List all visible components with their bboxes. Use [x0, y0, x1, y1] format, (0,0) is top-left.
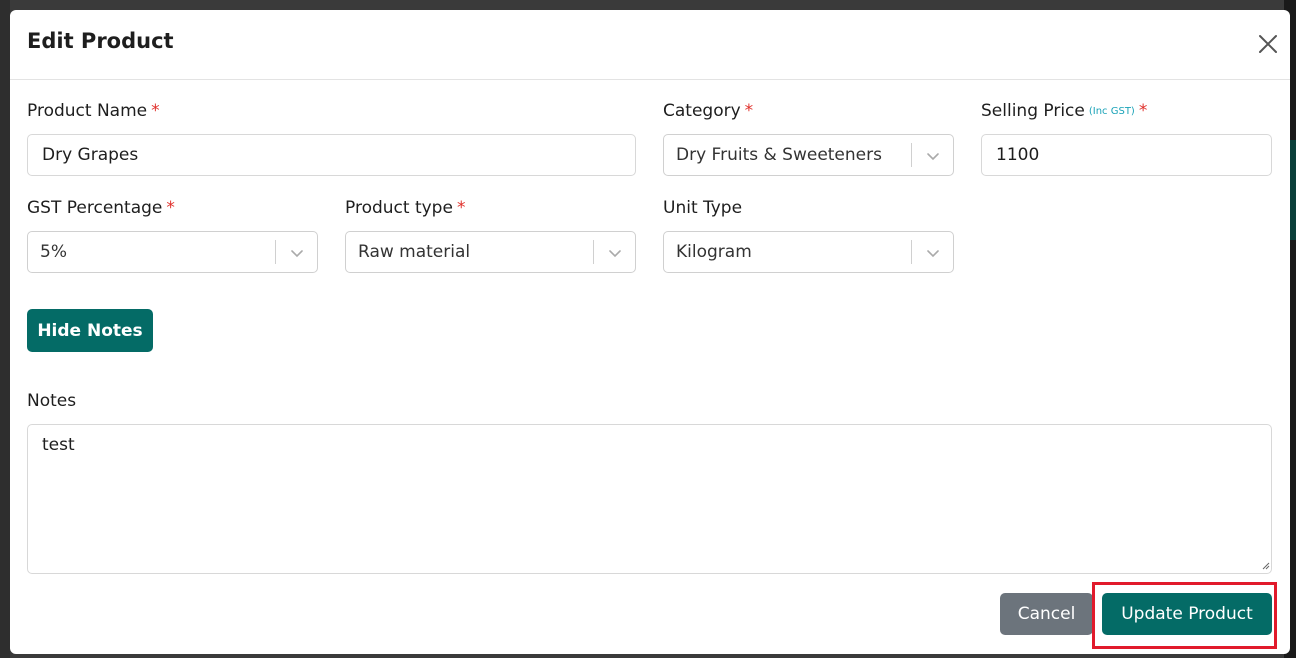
selling-price-input[interactable]: [981, 134, 1272, 176]
resize-grip-icon[interactable]: [1262, 562, 1270, 570]
select-divider: [911, 143, 912, 167]
gst-percentage-select[interactable]: 5%: [27, 231, 318, 273]
gst-percentage-label: GST Percentage *: [27, 198, 175, 218]
required-marker: *: [1138, 101, 1148, 121]
required-marker: *: [744, 101, 754, 121]
close-icon: [1259, 35, 1277, 53]
required-marker: *: [456, 198, 466, 218]
unit-type-select[interactable]: Kilogram: [663, 231, 954, 273]
unit-type-value: Kilogram: [676, 242, 752, 262]
notes-label: Notes: [27, 391, 77, 411]
hide-notes-button[interactable]: Hide Notes: [27, 309, 153, 352]
product-type-label: Product type *: [345, 198, 466, 218]
chevron-down-icon: [927, 250, 939, 258]
required-marker: *: [166, 198, 175, 218]
update-product-button[interactable]: Update Product: [1102, 593, 1272, 635]
modal-title: Edit Product: [27, 29, 174, 53]
chevron-down-icon: [291, 250, 303, 258]
select-divider: [911, 240, 912, 264]
category-select[interactable]: Dry Fruits & Sweeteners: [663, 134, 954, 176]
inc-gst-hint: (Inc GST): [1088, 106, 1135, 117]
select-divider: [275, 240, 276, 264]
select-divider: [593, 240, 594, 264]
gst-percentage-value: 5%: [40, 242, 67, 262]
backdrop-overlay-left: [0, 0, 10, 658]
category-label: Category *: [663, 101, 754, 121]
required-marker: *: [151, 101, 160, 121]
product-name-label: Product Name *: [27, 101, 160, 121]
product-name-input[interactable]: [27, 134, 636, 176]
chevron-down-icon: [609, 250, 621, 258]
product-type-value: Raw material: [358, 242, 471, 262]
cancel-button[interactable]: Cancel: [1000, 593, 1093, 635]
product-type-select[interactable]: Raw material: [345, 231, 636, 273]
modal-header: Edit Product: [10, 10, 1290, 80]
notes-textarea[interactable]: test: [27, 424, 1272, 574]
edit-product-modal: Edit Product Product Name* Category* Dry…: [10, 10, 1290, 654]
selling-price-label: Selling Price (Inc GST) *: [981, 101, 1148, 121]
category-value: Dry Fruits & Sweeteners: [676, 145, 882, 165]
chevron-down-icon: [927, 153, 939, 161]
unit-type-label: Unit Type: [663, 198, 743, 218]
close-button[interactable]: [1254, 30, 1282, 58]
